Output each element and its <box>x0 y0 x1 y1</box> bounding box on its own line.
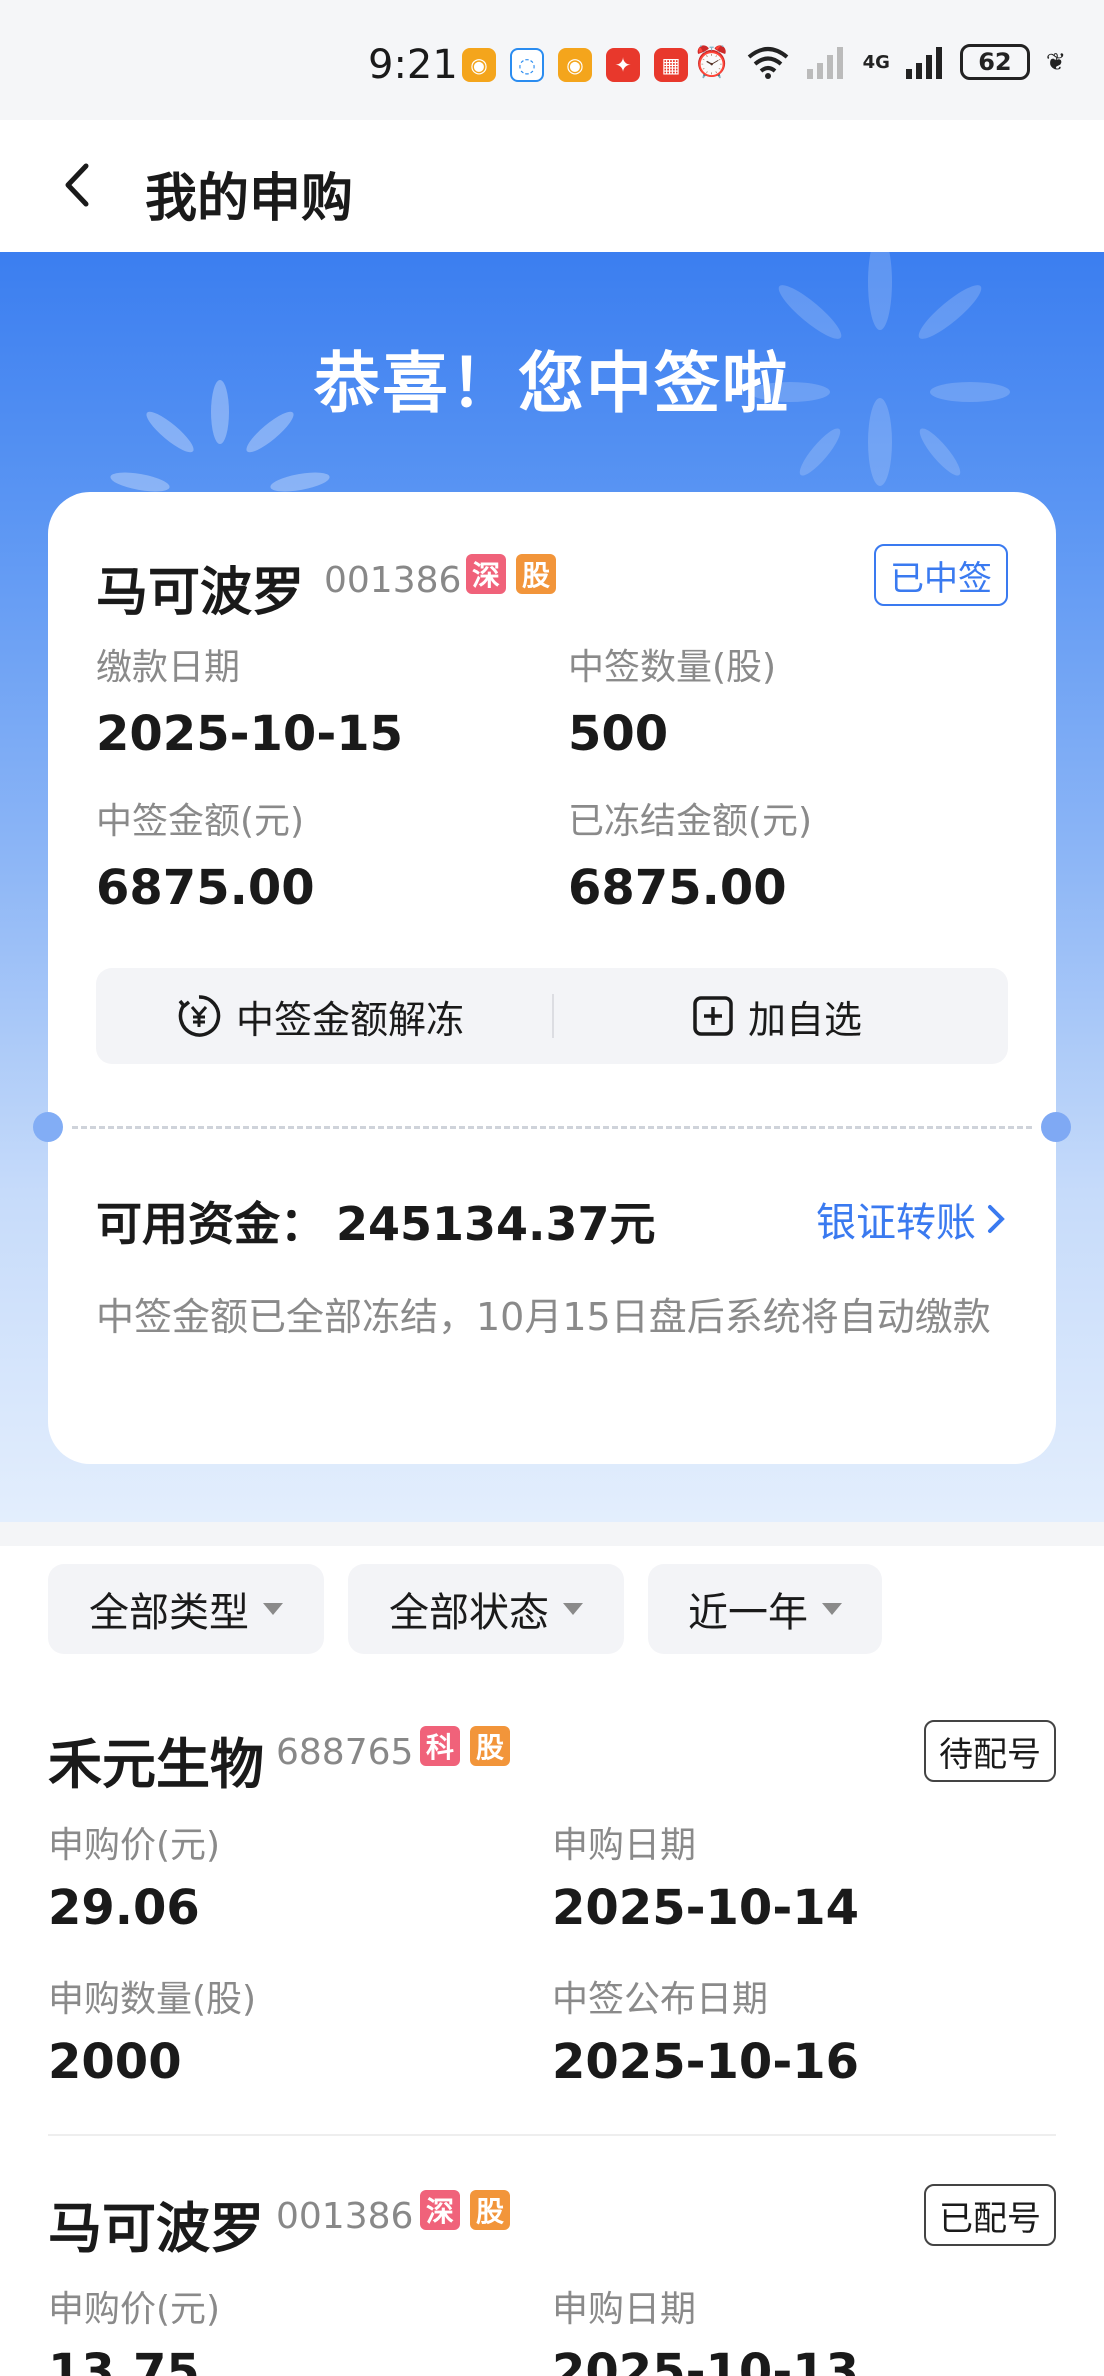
market-tag: 深 <box>420 2190 460 2230</box>
network-type: 4G <box>862 51 890 73</box>
field-value: 2025-10-14 <box>552 1880 860 1936</box>
add-square-icon <box>693 996 733 1036</box>
ticket-notch-right <box>1041 1112 1071 1142</box>
status-badge: 已中签 <box>874 544 1008 606</box>
stock-name: 马可波罗 <box>48 2197 264 2260</box>
stock-name: 禾元生物 <box>48 1733 264 1796</box>
win-hero: 恭喜！您中签啦 马可波罗 001386 深 股 已中签 缴款日期 2025-10… <box>0 252 1104 1522</box>
field-value: 2025-10-13 <box>552 2344 860 2376</box>
weibo-icon-2: ◉ <box>558 48 592 82</box>
stock-tags: 科 股 <box>420 1726 510 1766</box>
caret-down-icon <box>563 1603 583 1615</box>
field-value: 13.75 <box>48 2344 200 2376</box>
type-tag: 股 <box>470 2190 510 2230</box>
freeze-notice: 中签金额已全部冻结，10月15日盘后系统将自动缴款 <box>96 1295 991 1339</box>
nav-bar: 我的申购 <box>0 120 1104 252</box>
field-value: 500 <box>568 706 669 762</box>
back-icon[interactable] <box>54 160 104 210</box>
notification-icons: ◉ ◌ ◉ ✦ ▦ <box>462 48 688 82</box>
field-value: 6875.00 <box>96 860 315 916</box>
filter-period-label: 近一年 <box>688 1590 808 1636</box>
field-label: 中签金额(元) <box>96 801 305 842</box>
card-actions: 中签金额解冻 加自选 <box>96 968 1008 1064</box>
status-time: 9:21 <box>368 42 458 88</box>
win-card: 马可波罗 001386 深 股 已中签 缴款日期 2025-10-15 中签数量… <box>33 492 1071 1464</box>
market-tag: 科 <box>420 1726 460 1766</box>
yuan-cycle-icon <box>178 995 221 1037</box>
add-watchlist-button[interactable]: 加自选 <box>692 968 862 1064</box>
status-badge: 待配号 <box>924 1720 1056 1782</box>
type-tag: 股 <box>470 1726 510 1766</box>
signal-icon <box>806 47 843 79</box>
ticket-notch-left <box>33 1112 63 1142</box>
unfreeze-label: 中签金额解冻 <box>236 997 465 1042</box>
signal-icon-2 <box>905 47 942 79</box>
chevron-right-icon <box>988 1205 1005 1233</box>
stock-name: 马可波罗 <box>96 563 305 623</box>
stock-code: 001386 <box>324 560 462 601</box>
field-label: 已冻结金额(元) <box>568 801 813 842</box>
bank-transfer-label: 银证转账 <box>816 1200 976 1246</box>
win-title: 恭喜！您中签啦 <box>314 345 790 422</box>
wifi-icon <box>747 47 788 79</box>
filter-status[interactable]: 全部状态 <box>348 1564 624 1654</box>
app-notification-icon: ✦ <box>606 48 640 82</box>
status-right: ⏰ 4G 62 ❦ <box>693 44 1066 80</box>
field-label: 申购价(元) <box>48 1825 221 1866</box>
field-value: 6875.00 <box>568 860 787 916</box>
filter-status-label: 全部状态 <box>389 1590 549 1636</box>
field-value: 2000 <box>48 2034 182 2090</box>
field-label: 中签公布日期 <box>552 1979 769 2020</box>
stock-code: 688765 <box>276 1732 414 1773</box>
filter-type[interactable]: 全部类型 <box>48 1564 324 1654</box>
add-watchlist-label: 加自选 <box>748 997 863 1042</box>
action-divider <box>552 994 554 1038</box>
status-bar: 9:21 ◉ ◌ ◉ ✦ ▦ ⏰ 4G 62 ❦ <box>0 0 1104 120</box>
field-label: 申购数量(股) <box>48 1979 257 2020</box>
stock-tags: 深 股 <box>420 2190 510 2230</box>
field-label: 缴款日期 <box>96 647 241 688</box>
leaf-icon: ❦ <box>1045 48 1066 76</box>
field-value: 2025-10-16 <box>552 2034 860 2090</box>
stock-tags: 深 股 <box>466 554 556 594</box>
dashed-divider <box>72 1126 1032 1129</box>
field-label: 申购日期 <box>552 1825 697 1866</box>
field-label: 申购价(元) <box>48 2289 221 2330</box>
filter-type-label: 全部类型 <box>89 1590 249 1636</box>
caret-down-icon <box>822 1603 842 1615</box>
field-value: 2025-10-15 <box>96 706 404 762</box>
section-gap <box>0 1522 1104 1546</box>
weibo-icon: ◉ <box>462 48 496 82</box>
field-label: 申购日期 <box>552 2289 697 2330</box>
status-badge: 已配号 <box>924 2184 1056 2246</box>
stock-code: 001386 <box>276 2196 414 2237</box>
filter-period[interactable]: 近一年 <box>648 1564 882 1654</box>
available-funds-label: 可用资金： <box>96 1197 326 1251</box>
alarm-icon: ⏰ <box>693 44 731 80</box>
type-tag: 股 <box>516 554 556 594</box>
chat-icon: ◌ <box>510 48 544 82</box>
app-notification-icon-2: ▦ <box>654 48 688 82</box>
list-item[interactable]: 马可波罗 001386 深 股 已配号 申购价(元) 13.75 申购日期 20… <box>48 2184 1056 2376</box>
available-funds-value: 245134.37元 <box>336 1197 656 1251</box>
caret-down-icon <box>263 1603 283 1615</box>
list-item[interactable]: 禾元生物 688765 科 股 待配号 申购价(元) 29.06 申购日期 20… <box>48 1720 1056 2120</box>
page-title: 我的申购 <box>145 169 354 229</box>
field-value: 29.06 <box>48 1880 200 1936</box>
list-divider <box>48 2134 1056 2136</box>
unfreeze-button[interactable]: 中签金额解冻 <box>176 968 464 1064</box>
bank-transfer-link[interactable]: 银证转账 <box>816 1190 1008 1248</box>
battery-icon: 62 <box>959 44 1030 80</box>
market-tag: 深 <box>466 554 506 594</box>
field-label: 中签数量(股) <box>568 647 777 688</box>
